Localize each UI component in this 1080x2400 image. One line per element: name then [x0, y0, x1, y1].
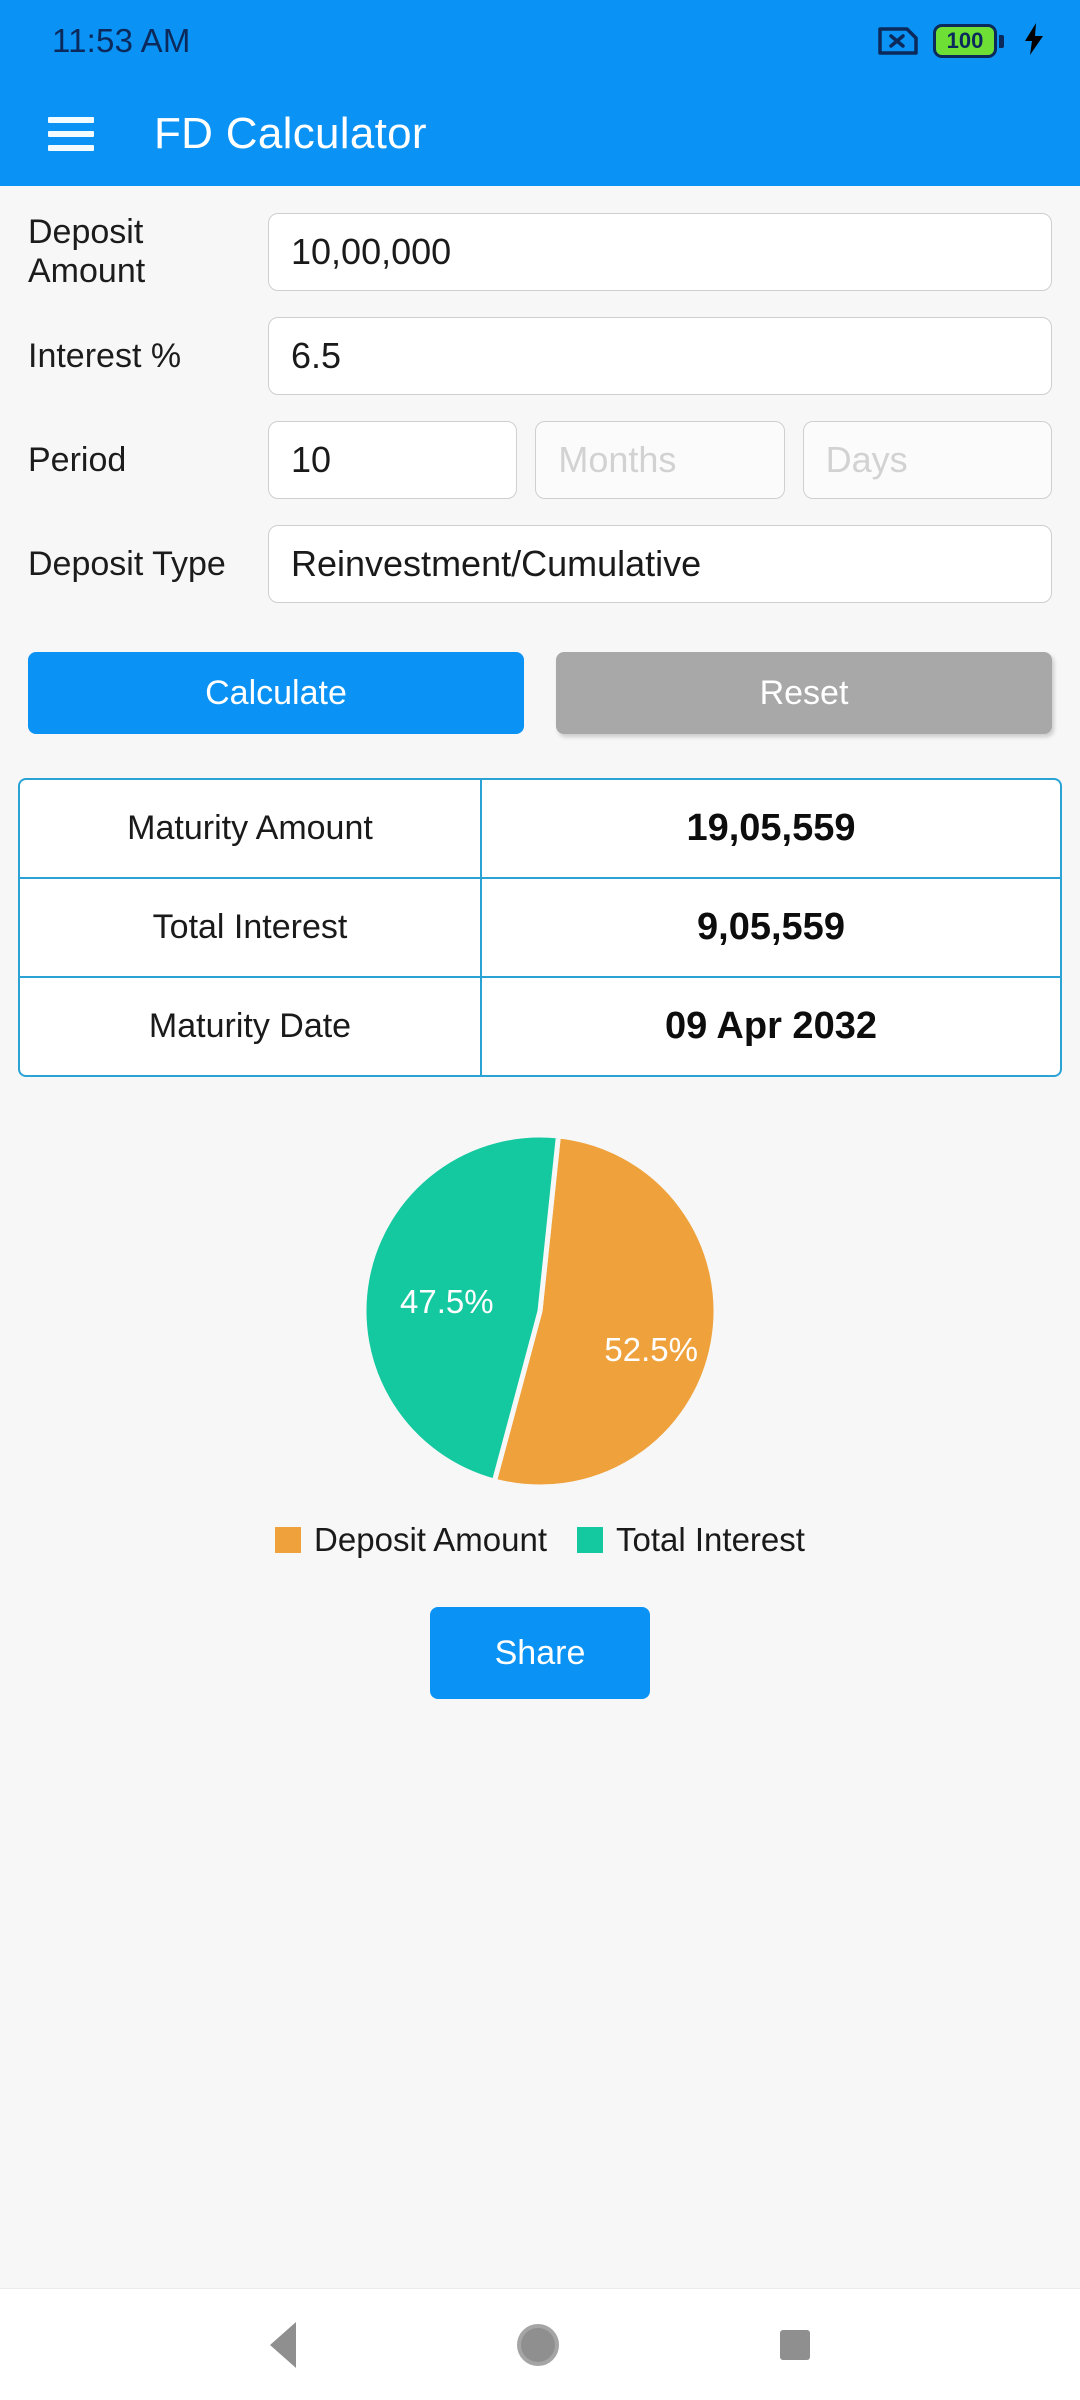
table-row: Maturity Amount 19,05,559 [20, 780, 1060, 879]
chart-legend: Deposit Amount Total Interest [0, 1521, 1080, 1559]
deposit-type-label: Deposit Type [28, 544, 226, 583]
legend-item-total-interest: Total Interest [577, 1521, 805, 1559]
period-row: Period 10 Months Days [0, 408, 1080, 512]
back-triangle-icon[interactable] [270, 2321, 297, 2368]
home-circle-icon[interactable] [516, 2323, 559, 2366]
period-days-input[interactable]: Days [802, 421, 1052, 499]
period-months-input[interactable]: Months [535, 421, 785, 499]
interest-row: Interest % 6.5 [0, 304, 1080, 408]
lightning-bolt-icon [1022, 22, 1046, 61]
android-nav-bar [0, 2288, 1080, 2400]
deposit-type-select[interactable]: Reinvestment/Cumulative [268, 525, 1052, 603]
share-button[interactable]: Share [430, 1607, 650, 1699]
battery-level-text: 100 [946, 28, 984, 53]
deposit-amount-label: Deposit Amount [28, 213, 146, 290]
hamburger-menu-icon[interactable] [48, 117, 94, 151]
legend-item-deposit-amount: Deposit Amount [275, 1521, 547, 1559]
deposit-amount-row: Deposit Amount 10,00,000 [0, 200, 1080, 304]
action-buttons: Calculate Reset [0, 652, 1080, 734]
maturity-date-value: 09 Apr 2032 [665, 1005, 877, 1047]
status-icons: 100 [877, 22, 1046, 61]
calculate-button[interactable]: Calculate [28, 652, 524, 734]
deposit-amount-input[interactable]: 10,00,000 [268, 213, 1052, 291]
reset-button[interactable]: Reset [556, 652, 1052, 734]
legend-label-total-interest: Total Interest [616, 1521, 805, 1558]
main-content: Deposit Amount 10,00,000 Interest % 6.5 … [0, 186, 1080, 2288]
pie-slice-label-total-interest: 47.5% [400, 1283, 494, 1320]
maturity-amount-label: Maturity Amount [20, 780, 482, 877]
pie-chart: 47.5% 52.5% [0, 1135, 1080, 1487]
table-row: Total Interest 9,05,559 [20, 879, 1060, 978]
share-area: Share [0, 1607, 1080, 1699]
maturity-amount-value: 19,05,559 [686, 807, 856, 849]
interest-label: Interest % [28, 336, 182, 375]
sim-card-disabled-icon [877, 24, 919, 58]
period-years-input[interactable]: 10 [268, 421, 518, 499]
total-interest-value: 9,05,559 [697, 906, 845, 948]
page-title: FD Calculator [154, 109, 427, 158]
period-label: Period [28, 440, 127, 479]
app-bar: FD Calculator [0, 82, 1080, 186]
status-time: 11:53 AM [52, 22, 191, 59]
legend-swatch-orange-icon [275, 1527, 302, 1553]
legend-swatch-teal-icon [577, 1527, 604, 1553]
recents-square-icon[interactable] [779, 2329, 810, 2360]
battery-icon: 100 [933, 24, 1004, 58]
deposit-type-row: Deposit Type Reinvestment/Cumulative [0, 512, 1080, 616]
interest-input[interactable]: 6.5 [268, 317, 1052, 395]
results-table: Maturity Amount 19,05,559 Total Interest… [18, 778, 1062, 1077]
maturity-date-label: Maturity Date [20, 978, 482, 1075]
fd-calculator-screen: 11:53 AM 100 FD Calculator Deposit Amoun… [0, 0, 1080, 2400]
status-bar: 11:53 AM 100 [0, 0, 1080, 82]
legend-label-deposit-amount: Deposit Amount [314, 1521, 548, 1558]
table-row: Maturity Date 09 Apr 2032 [20, 978, 1060, 1075]
pie-slice-label-deposit-amount: 52.5% [604, 1331, 698, 1368]
total-interest-label: Total Interest [20, 879, 482, 976]
